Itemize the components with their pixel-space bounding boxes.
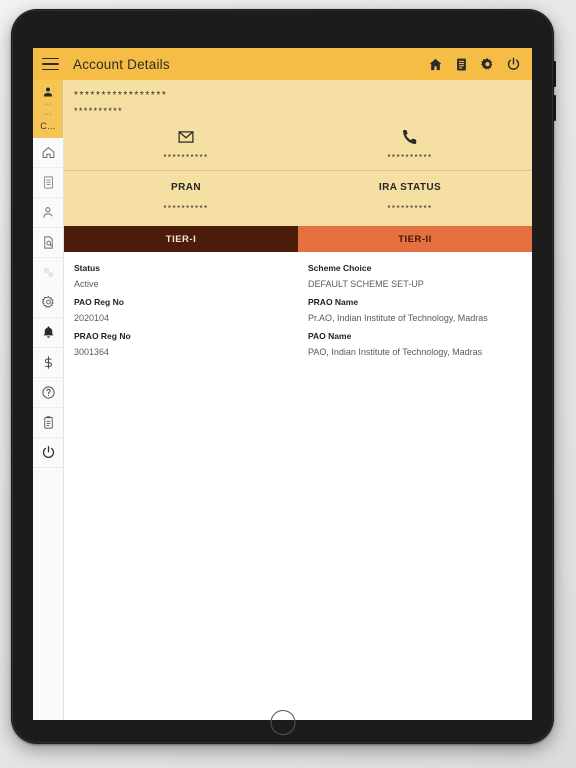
hamburger-menu-icon[interactable] [42, 57, 59, 71]
sidebar-item-services[interactable] [33, 258, 63, 288]
home-icon[interactable] [428, 57, 443, 72]
detail-value: Pr.AO, Indian Institute of Technology, M… [308, 313, 488, 323]
sidebar-profile-mask-1: ··· [43, 101, 53, 108]
tablet-screen: Account Details ··· ··· C… *************… [33, 48, 532, 720]
sidebar-item-profile[interactable] [33, 198, 63, 228]
sidebar-item-notifications[interactable] [33, 318, 63, 348]
power-icon [41, 445, 56, 460]
sidebar-profile[interactable]: ··· ··· C… [33, 80, 63, 138]
profile-panel: ***************** ********** ********** [64, 80, 532, 170]
home-button[interactable] [270, 710, 295, 735]
sidebar: ··· ··· C… [33, 80, 64, 720]
main-content: ***************** ********** ********** [64, 80, 532, 720]
tablet-device-frame: Account Details ··· ··· C… *************… [11, 9, 556, 744]
document-search-icon [41, 235, 56, 250]
double-gear-icon [41, 265, 56, 280]
gear-icon[interactable] [480, 57, 495, 72]
body-row: ··· ··· C… ***************** ********** … [33, 80, 532, 720]
detail-label: PRAO Name [308, 297, 359, 307]
pran-panel: PRAN ********** IRA STATUS ********** [64, 170, 532, 226]
gear-outline-icon [41, 295, 56, 310]
sidebar-item-statement[interactable] [33, 168, 63, 198]
pran-label: PRAN [171, 182, 201, 193]
tab-tier-2[interactable]: TIER-II [298, 226, 532, 252]
masked-account-id: ********** [74, 106, 124, 116]
masked-account-name: ***************** [74, 90, 168, 101]
detail-value: 3001364 [74, 347, 110, 357]
sidebar-item-logout[interactable] [33, 438, 63, 468]
volume-up-button[interactable] [552, 61, 556, 87]
sidebar-item-transactions[interactable] [33, 348, 63, 378]
sidebar-profile-mask-2: ··· [43, 111, 53, 118]
volume-down-button[interactable] [552, 95, 556, 121]
user-avatar-icon [42, 86, 54, 98]
masked-email: ********** [163, 153, 209, 162]
app-bar: Account Details [33, 48, 532, 80]
sidebar-profile-name: C… [40, 121, 56, 131]
detail-label: PAO Reg No [74, 297, 124, 307]
detail-label: Scheme Choice [308, 263, 372, 273]
details-left-column: Status Active PAO Reg No 2020104 PRAO Re… [64, 260, 298, 720]
detail-value: DEFAULT SCHEME SET-UP [308, 279, 424, 289]
tier-tabs: TIER-I TIER-II [64, 226, 532, 252]
sidebar-item-settings[interactable] [33, 288, 63, 318]
ira-status-value: ********** [387, 204, 433, 213]
detail-value: Active [74, 279, 99, 289]
tier-details: Status Active PAO Reg No 2020104 PRAO Re… [64, 252, 532, 720]
tab-tier-1[interactable]: TIER-I [64, 226, 298, 252]
detail-label: PAO Name [308, 331, 352, 341]
ira-status-label: IRA STATUS [378, 182, 442, 193]
pran-value: ********** [163, 204, 209, 213]
document-outline-icon [41, 175, 56, 190]
ira-status-cell: IRA STATUS ********** [298, 182, 522, 213]
masked-phone: ********** [387, 153, 433, 162]
question-circle-icon [41, 385, 56, 400]
sidebar-item-clipboard[interactable] [33, 408, 63, 438]
home-outline-icon [41, 145, 56, 160]
notes-icon[interactable] [454, 57, 469, 72]
detail-value: PAO, Indian Institute of Technology, Mad… [308, 347, 483, 357]
page-title: Account Details [73, 56, 170, 72]
phone-contact[interactable]: ********** [298, 128, 522, 162]
app-bar-actions [428, 57, 521, 72]
phone-icon [401, 128, 419, 146]
sidebar-item-help[interactable] [33, 378, 63, 408]
envelope-icon [177, 128, 195, 146]
detail-value: 2020104 [74, 313, 110, 323]
email-contact[interactable]: ********** [74, 128, 298, 162]
clipboard-icon [41, 415, 56, 430]
detail-label: PRAO Reg No [74, 331, 131, 341]
details-right-column: Scheme Choice DEFAULT SCHEME SET-UP PRAO… [298, 260, 532, 720]
bell-icon [41, 325, 56, 340]
person-outline-icon [41, 205, 56, 220]
sidebar-item-document-search[interactable] [33, 228, 63, 258]
detail-label: Status [74, 263, 100, 273]
power-icon[interactable] [506, 57, 521, 72]
pran-cell: PRAN ********** [74, 182, 298, 213]
contact-row: ********** ********** [74, 128, 522, 170]
sidebar-item-home[interactable] [33, 138, 63, 168]
dollar-icon [41, 355, 56, 370]
